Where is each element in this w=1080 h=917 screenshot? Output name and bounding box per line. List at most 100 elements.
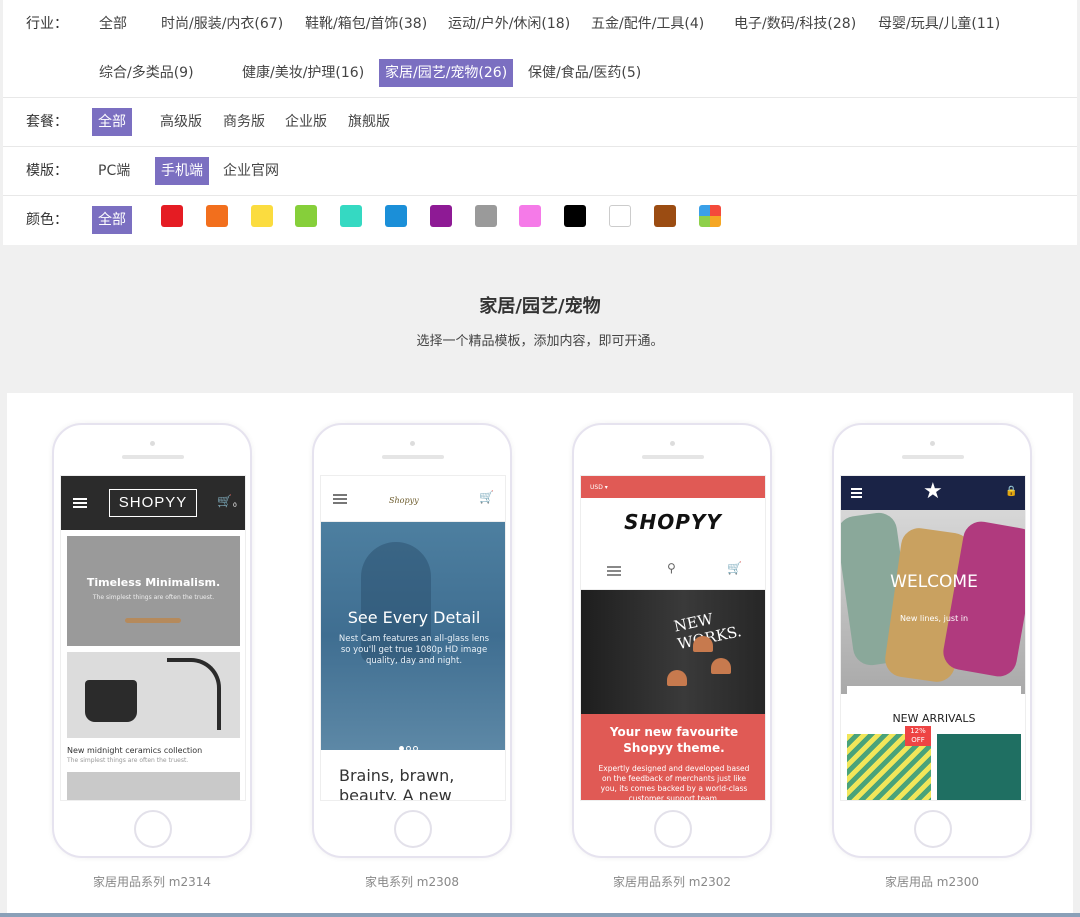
preview-hero-image: See Every Detail Nest Cam features an al… xyxy=(321,522,505,751)
preview-hero-image: Timeless Minimalism. The simplest things… xyxy=(67,536,240,646)
industry-option-shoes-bags[interactable]: 鞋靴/箱包/首饰(38) xyxy=(299,10,433,38)
phone-speaker xyxy=(382,455,444,459)
package-option-enterprise[interactable]: 企业版 xyxy=(279,108,333,136)
color-swatch[interactable] xyxy=(161,205,183,227)
template-preview-screen: ★ 🔒 WELCOME New lines, just in NEW ARRIV… xyxy=(840,475,1026,801)
color-swatch[interactable] xyxy=(564,205,587,227)
menu-icon xyxy=(73,498,87,508)
filter-panel: 行业： 全部 时尚/服装/内衣(67) 鞋靴/箱包/首饰(38) 运动/户外/休… xyxy=(3,0,1077,245)
section-subtitle: 选择一个精品模板，添加内容，即可开通。 xyxy=(416,334,664,349)
color-swatch[interactable] xyxy=(698,205,721,227)
industry-option-baby-toys[interactable]: 母婴/玩具/儿童(11) xyxy=(872,10,1006,38)
color-swatch[interactable] xyxy=(474,205,497,227)
preview-banner-title: Your new favourite Shopyy theme. xyxy=(609,725,739,755)
template-preview-screen: Shopyy 🛒 See Every Detail Nest Cam featu… xyxy=(320,475,506,801)
preview-header: ★ 🔒 xyxy=(841,476,1025,510)
template-card-m2302[interactable]: USD ▾ SHOPYY ⚲ 🛒 NEW WORKS. Your new fav… xyxy=(572,423,772,858)
menu-icon xyxy=(851,488,862,498)
industry-label: 行业： xyxy=(26,16,68,32)
phone-camera xyxy=(150,441,155,446)
lamp-image xyxy=(693,636,713,652)
preview-header: SHOPYY 🛒 0 xyxy=(61,476,245,530)
template-card-m2314[interactable]: SHOPYY 🛒 0 Timeless Minimalism. The simp… xyxy=(52,423,252,858)
phone-speaker xyxy=(902,455,964,459)
phone-camera xyxy=(410,441,415,446)
preview-hero-image: NEW WORKS. xyxy=(581,590,765,714)
preview-hero-subtitle: Nest Cam features an all-glass lens so y… xyxy=(338,634,490,666)
color-swatch[interactable] xyxy=(250,205,273,227)
template-grid: SHOPYY 🛒 0 Timeless Minimalism. The simp… xyxy=(7,393,1073,913)
menu-icon xyxy=(607,566,621,576)
search-icon: ⚲ xyxy=(667,561,676,575)
phone-home-button xyxy=(914,810,952,848)
preview-hero-title: Timeless Minimalism. xyxy=(86,576,221,589)
color-filter-row: 颜色： 全部 xyxy=(3,196,1077,245)
template-caption[interactable]: 家居用品系列 m2314 xyxy=(52,873,252,890)
industry-option-sports[interactable]: 运动/户外/休闲(18) xyxy=(442,10,576,38)
package-option-business[interactable]: 商务版 xyxy=(217,108,271,136)
preview-product-image-2 xyxy=(67,772,240,800)
cart-icon: 🛒 xyxy=(479,490,494,504)
template-caption[interactable]: 家电系列 m2308 xyxy=(312,873,512,890)
cart-count: 0 xyxy=(233,502,237,509)
color-swatch[interactable] xyxy=(429,205,452,227)
preview-logo: SHOPYY xyxy=(109,489,197,517)
preview-header: Shopyy 🛒 xyxy=(321,476,505,522)
lamp-image xyxy=(711,658,731,674)
discount-badge: 12% OFF xyxy=(905,726,931,746)
template-option-pc[interactable]: PC端 xyxy=(92,157,136,185)
kettle-image xyxy=(167,658,221,730)
package-option-flagship[interactable]: 旗舰版 xyxy=(342,108,396,136)
industry-option-home-garden-pet[interactable]: 家居/园艺/宠物(26) xyxy=(379,59,514,87)
product-pillow-image xyxy=(937,734,1021,800)
phone-camera xyxy=(930,441,935,446)
preview-logo: Shopyy xyxy=(389,496,419,505)
preview-product-image xyxy=(67,652,240,738)
preview-hero-subtitle: New lines, just in xyxy=(899,614,969,623)
color-option-all[interactable]: 全部 xyxy=(92,206,132,234)
package-filter-row: 套餐： 全部 高级版 商务版 企业版 旗舰版 xyxy=(3,98,1077,147)
color-swatch[interactable] xyxy=(385,205,407,227)
cart-icon: 🛒 xyxy=(217,494,232,508)
template-preview-screen: SHOPYY 🛒 0 Timeless Minimalism. The simp… xyxy=(60,475,246,801)
package-option-all[interactable]: 全部 xyxy=(92,108,132,136)
color-swatch[interactable] xyxy=(340,205,363,227)
color-swatch[interactable] xyxy=(653,205,676,227)
color-swatch[interactable] xyxy=(295,205,318,227)
phone-camera xyxy=(670,441,675,446)
industry-option-health-food[interactable]: 保健/食品/医药(5) xyxy=(522,59,647,87)
template-option-corporate[interactable]: 企业官网 xyxy=(217,157,285,185)
menu-icon xyxy=(333,494,347,504)
currency-selector: USD ▾ xyxy=(581,476,765,498)
template-label: 模版： xyxy=(26,163,68,179)
color-swatch[interactable] xyxy=(519,205,542,227)
template-card-m2300[interactable]: ★ 🔒 WELCOME New lines, just in NEW ARRIV… xyxy=(832,423,1032,858)
template-card-m2308[interactable]: Shopyy 🛒 See Every Detail Nest Cam featu… xyxy=(312,423,512,858)
template-preview-screen: USD ▾ SHOPYY ⚲ 🛒 NEW WORKS. Your new fav… xyxy=(580,475,766,801)
preview-hero-subtitle: The simplest things are often the truest… xyxy=(92,594,215,601)
preview-arrivals-card: NEW ARRIVALS 12% OFF xyxy=(847,686,1021,800)
preview-section-title: NEW ARRIVALS xyxy=(892,712,976,725)
package-option-advanced[interactable]: 高级版 xyxy=(154,108,208,136)
preview-logo: SHOPYY xyxy=(624,510,722,534)
phone-home-button xyxy=(134,810,172,848)
industry-option-all[interactable]: 全部 xyxy=(93,10,133,38)
preview-hero-title: See Every Detail xyxy=(347,608,481,627)
industry-filter-row: 行业： 全部 时尚/服装/内衣(67) 鞋靴/箱包/首饰(38) 运动/户外/休… xyxy=(3,0,1077,98)
color-swatch[interactable] xyxy=(205,205,228,227)
preview-banner: Your new favourite Shopyy theme. Expertl… xyxy=(581,714,765,801)
page-bottom-border xyxy=(0,913,1080,917)
preview-hero-text: NEW WORKS. xyxy=(672,609,743,653)
preview-banner-text: Expertly designed and developed based on… xyxy=(598,764,750,801)
industry-option-general[interactable]: 综合/多类品(9) xyxy=(93,59,200,87)
phone-home-button xyxy=(394,810,432,848)
phone-speaker xyxy=(642,455,704,459)
template-caption[interactable]: 家居用品系列 m2302 xyxy=(572,873,772,890)
industry-option-health-beauty[interactable]: 健康/美妆/护理(16) xyxy=(236,59,370,87)
color-swatch[interactable] xyxy=(609,205,631,227)
industry-option-fashion[interactable]: 时尚/服装/内衣(67) xyxy=(155,10,289,38)
template-caption[interactable]: 家居用品 m2300 xyxy=(832,873,1032,890)
template-option-mobile[interactable]: 手机端 xyxy=(155,157,209,185)
industry-option-electronics[interactable]: 电子/数码/科技(28) xyxy=(728,10,862,38)
industry-option-hardware[interactable]: 五金/配件/工具(4) xyxy=(585,10,710,38)
